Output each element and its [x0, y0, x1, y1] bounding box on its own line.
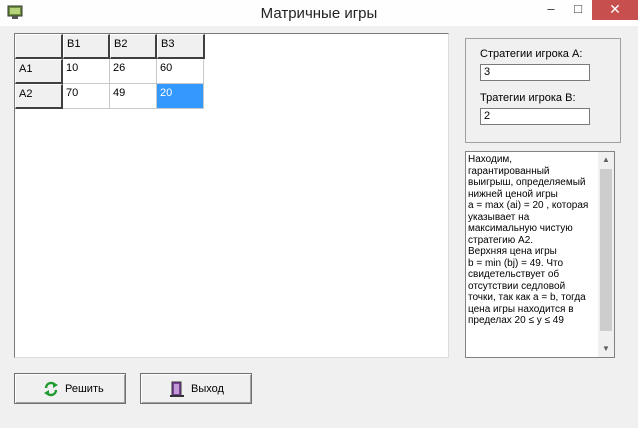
solve-button-label: Решить [65, 383, 104, 395]
exit-button-label: Выход [191, 383, 224, 395]
door-icon [170, 381, 184, 397]
solve-button[interactable]: Решить [14, 373, 126, 404]
scroll-up-icon[interactable]: ▲ [598, 152, 614, 168]
grid-cell[interactable]: 70 [63, 84, 110, 109]
grid-cell[interactable]: 60 [157, 59, 204, 84]
player-a-strategies-label: Стратегии игрока А: [480, 48, 583, 60]
memo-scrollbar[interactable]: ▲ ▼ [598, 152, 614, 357]
grid-cell-selected[interactable]: 20 [157, 84, 204, 109]
grid-corner-cell [15, 34, 63, 59]
strategy-group: Стратегии игрока А: 3 Тратегии игрока В:… [465, 38, 621, 143]
maximize-button[interactable]: □ [565, 0, 591, 20]
matrix-grid[interactable]: B1 B2 B3 A1 10 26 60 A2 70 49 20 [14, 33, 449, 358]
result-text: Находим, гарантированный выигрыш, опреде… [468, 154, 589, 326]
grid-cell[interactable]: 49 [110, 84, 157, 109]
player-a-strategies-input[interactable]: 3 [480, 64, 590, 81]
player-b-strategies-input[interactable]: 2 [480, 108, 590, 125]
title-bar: Матричные игры – □ ✕ [0, 0, 638, 26]
grid-cell[interactable]: 26 [110, 59, 157, 84]
player-b-strategies-label: Тратегии игрока В: [480, 92, 576, 104]
exit-button[interactable]: Выход [140, 373, 252, 404]
grid-header-b3: B3 [157, 34, 205, 59]
grid-cell[interactable]: 10 [63, 59, 110, 84]
grid-row-label-a2: A2 [15, 84, 63, 109]
minimize-button[interactable]: – [538, 0, 564, 20]
grid-row-label-a1: A1 [15, 59, 63, 84]
scroll-thumb[interactable] [600, 169, 612, 331]
refresh-icon [44, 381, 58, 397]
grid-header-b1: B1 [63, 34, 110, 59]
grid-header-b2: B2 [110, 34, 157, 59]
close-button[interactable]: ✕ [592, 0, 638, 20]
scroll-down-icon[interactable]: ▼ [598, 341, 614, 357]
result-memo[interactable]: Находим, гарантированный выигрыш, опреде… [465, 151, 615, 358]
